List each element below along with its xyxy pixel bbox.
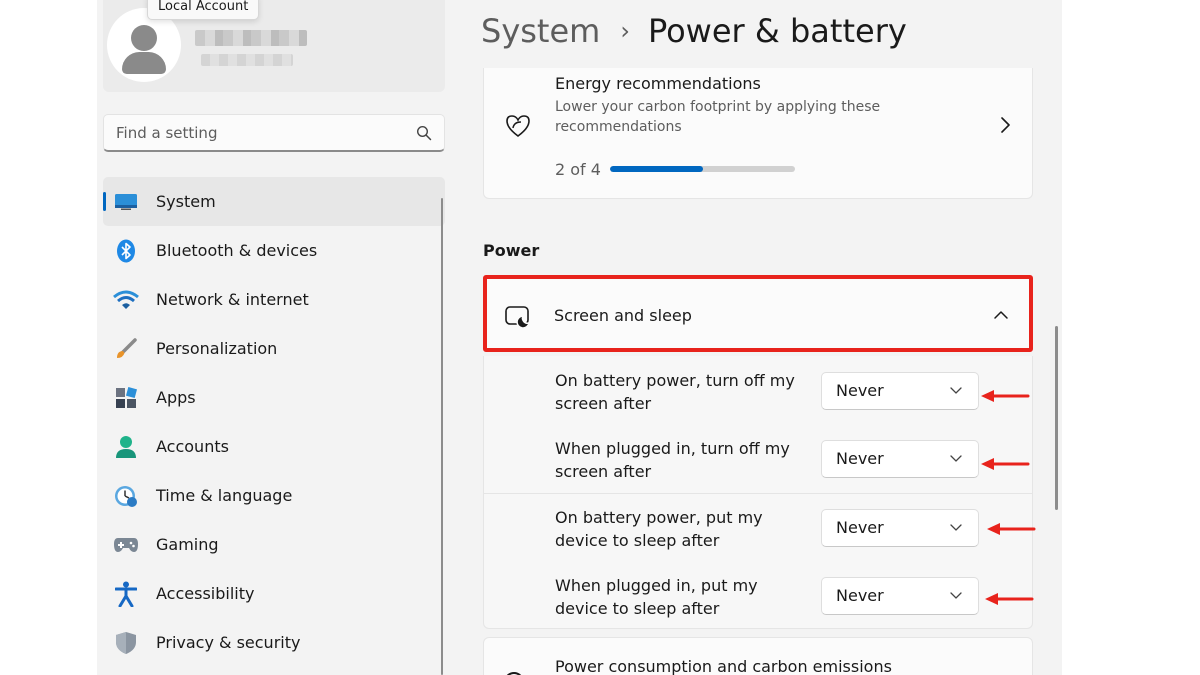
row-divider bbox=[484, 493, 1032, 494]
sidebar-item-bluetooth[interactable]: Bluetooth & devices bbox=[103, 226, 445, 275]
plugged-sleep-dropdown[interactable]: Never bbox=[821, 577, 979, 615]
sidebar-item-label: System bbox=[156, 192, 216, 211]
leaf-heart-icon bbox=[506, 115, 530, 137]
annotation-arrow-icon bbox=[981, 458, 1030, 470]
sidebar-item-accounts[interactable]: Accounts bbox=[103, 422, 445, 471]
shield-icon bbox=[113, 630, 139, 656]
chevron-down-icon bbox=[950, 455, 962, 462]
sidebar-item-system[interactable]: System bbox=[103, 177, 445, 226]
chevron-down-icon bbox=[950, 387, 962, 394]
energy-progress-fill bbox=[610, 166, 703, 172]
sidebar-item-gaming[interactable]: Gaming bbox=[103, 520, 445, 569]
main-scrollbar[interactable] bbox=[1055, 326, 1058, 510]
wifi-icon bbox=[113, 287, 139, 313]
sidebar-item-privacy-security[interactable]: Privacy & security bbox=[103, 618, 445, 667]
accounts-icon bbox=[113, 434, 139, 460]
sidebar-item-label: Privacy & security bbox=[156, 633, 301, 652]
chevron-down-icon bbox=[950, 524, 962, 531]
battery-screen-off-dropdown[interactable]: Never bbox=[821, 372, 979, 410]
sidebar-item-label: Accounts bbox=[156, 437, 229, 456]
account-tooltip: Local Account bbox=[147, 0, 260, 20]
breadcrumb: System › Power & battery bbox=[481, 12, 907, 50]
dropdown-value: Never bbox=[836, 381, 884, 400]
energy-subtitle: Lower your carbon footprint by applying … bbox=[555, 99, 881, 135]
plugged-screen-off-label: When plugged in, turn off my screen afte… bbox=[555, 439, 790, 481]
breadcrumb-separator: › bbox=[620, 17, 630, 45]
sidebar-item-network[interactable]: Network & internet bbox=[103, 275, 445, 324]
energy-recommendations-card[interactable]: Energy recommendations Lower your carbon… bbox=[483, 68, 1033, 199]
sidebar-item-personalization[interactable]: Personalization bbox=[103, 324, 445, 373]
system-icon bbox=[113, 189, 139, 215]
sidebar-nav: System Bluetooth & devices Network & int… bbox=[103, 177, 445, 667]
chevron-right-icon[interactable] bbox=[998, 116, 1012, 134]
chevron-down-icon bbox=[950, 592, 962, 599]
sidebar-item-label: Apps bbox=[156, 388, 196, 407]
screen-and-sleep-expander-header[interactable]: Screen and sleep bbox=[483, 275, 1033, 352]
sidebar-item-label: Bluetooth & devices bbox=[156, 241, 318, 260]
energy-title: Energy recommendations bbox=[555, 74, 761, 93]
battery-screen-off-label: On battery power, turn off my screen aft… bbox=[555, 371, 795, 413]
brush-icon bbox=[113, 336, 139, 362]
chevron-up-icon[interactable] bbox=[993, 309, 1009, 321]
settings-window: Local Account System Bluetooth & devices bbox=[97, 0, 1062, 675]
breadcrumb-parent[interactable]: System bbox=[481, 12, 600, 50]
dropdown-value: Never bbox=[836, 586, 884, 605]
search-box[interactable] bbox=[103, 114, 445, 152]
battery-sleep-dropdown[interactable]: Never bbox=[821, 509, 979, 547]
battery-sleep-label: On battery power, put my device to sleep… bbox=[555, 508, 763, 550]
accessibility-icon bbox=[113, 581, 139, 607]
annotation-arrow-icon bbox=[987, 523, 1036, 535]
sidebar-item-label: Accessibility bbox=[156, 584, 255, 603]
apps-icon bbox=[113, 385, 139, 411]
plugged-sleep-label: When plugged in, put my device to sleep … bbox=[555, 576, 758, 618]
sidebar-item-label: Network & internet bbox=[156, 290, 309, 309]
sidebar-item-apps[interactable]: Apps bbox=[103, 373, 445, 422]
annotation-arrow-icon bbox=[985, 593, 1034, 605]
screen-sleep-icon bbox=[505, 306, 530, 328]
dropdown-value: Never bbox=[836, 449, 884, 468]
screen-and-sleep-label: Screen and sleep bbox=[554, 306, 692, 325]
plugged-screen-off-dropdown[interactable]: Never bbox=[821, 440, 979, 478]
blurred-account-email bbox=[201, 54, 293, 66]
energy-progress-bar bbox=[610, 166, 795, 172]
sidebar-scrollbar[interactable] bbox=[441, 198, 443, 675]
power-consumption-label: Power consumption and carbon emissions bbox=[555, 657, 892, 675]
power-section-heading: Power bbox=[483, 241, 540, 260]
search-icon[interactable] bbox=[416, 125, 432, 141]
energy-progress-text: 2 of 4 bbox=[555, 160, 601, 179]
screen-and-sleep-options: On battery power, turn off my screen aft… bbox=[483, 356, 1033, 629]
power-consumption-card[interactable]: Power consumption and carbon emissions bbox=[483, 637, 1033, 675]
gamepad-icon bbox=[113, 532, 139, 558]
dropdown-value: Never bbox=[836, 518, 884, 537]
clock-globe-icon bbox=[113, 483, 139, 509]
annotation-arrow-icon bbox=[981, 390, 1030, 402]
sidebar-item-accessibility[interactable]: Accessibility bbox=[103, 569, 445, 618]
page-title: Power & battery bbox=[647, 12, 907, 50]
sidebar-item-label: Gaming bbox=[156, 535, 219, 554]
search-input[interactable] bbox=[116, 115, 406, 151]
bluetooth-icon bbox=[113, 238, 139, 264]
blurred-account-name bbox=[195, 30, 307, 46]
sidebar-item-label: Time & language bbox=[156, 486, 293, 505]
sidebar-item-time-language[interactable]: Time & language bbox=[103, 471, 445, 520]
sidebar-item-label: Personalization bbox=[156, 339, 278, 358]
profile-card[interactable]: Local Account bbox=[103, 0, 445, 92]
